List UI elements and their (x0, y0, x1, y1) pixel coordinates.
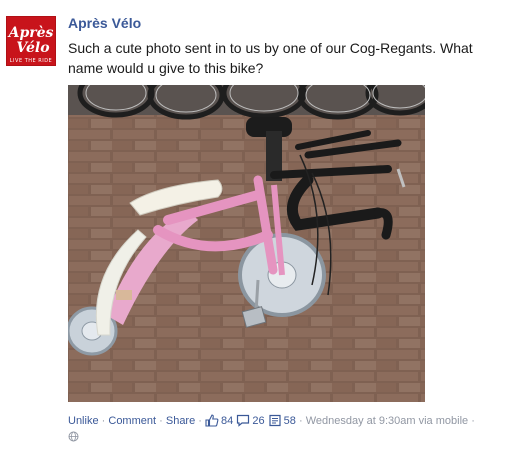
likes-count-link[interactable]: 84 (205, 414, 234, 427)
post-photo[interactable] (68, 85, 425, 402)
apres-velo-logo: Après Vélo LIVE THE RIDE (7, 17, 55, 65)
likes-count: 84 (221, 415, 234, 427)
shares-count: 58 (283, 415, 296, 427)
share-icon (269, 414, 281, 427)
separator: · (101, 415, 106, 427)
feed-post: Après Vélo LIVE THE RIDE Après Vélo Such… (0, 0, 510, 457)
unlike-link[interactable]: Unlike (68, 415, 99, 427)
share-link[interactable]: Share (166, 415, 195, 427)
post-actions-bar: Unlike · Comment · Share · 84 26 58 · We… (68, 413, 488, 445)
comments-count: 26 (252, 415, 265, 427)
svg-text:LIVE THE RIDE: LIVE THE RIDE (10, 58, 52, 64)
svg-text:Après: Après (7, 25, 54, 41)
page-avatar[interactable]: Après Vélo LIVE THE RIDE (6, 16, 56, 66)
svg-text:Vélo: Vélo (16, 40, 49, 56)
comments-count-link[interactable]: 26 (236, 414, 265, 427)
separator: · (298, 415, 303, 427)
comment-link[interactable]: Comment (108, 415, 156, 427)
thumbs-up-icon (205, 414, 219, 427)
shares-count-link[interactable]: 58 (268, 414, 296, 427)
page-name-link[interactable]: Après Vélo (68, 15, 141, 31)
post-text: Such a cute photo sent in to us by one o… (68, 40, 473, 76)
separator: · (198, 415, 202, 427)
globe-icon[interactable] (68, 431, 79, 442)
post-timestamp[interactable]: Wednesday at 9:30am via mobile (306, 415, 468, 427)
separator: · (159, 415, 163, 427)
bike-photo-image (68, 85, 425, 402)
separator: · (471, 415, 475, 427)
comment-icon (237, 414, 250, 427)
